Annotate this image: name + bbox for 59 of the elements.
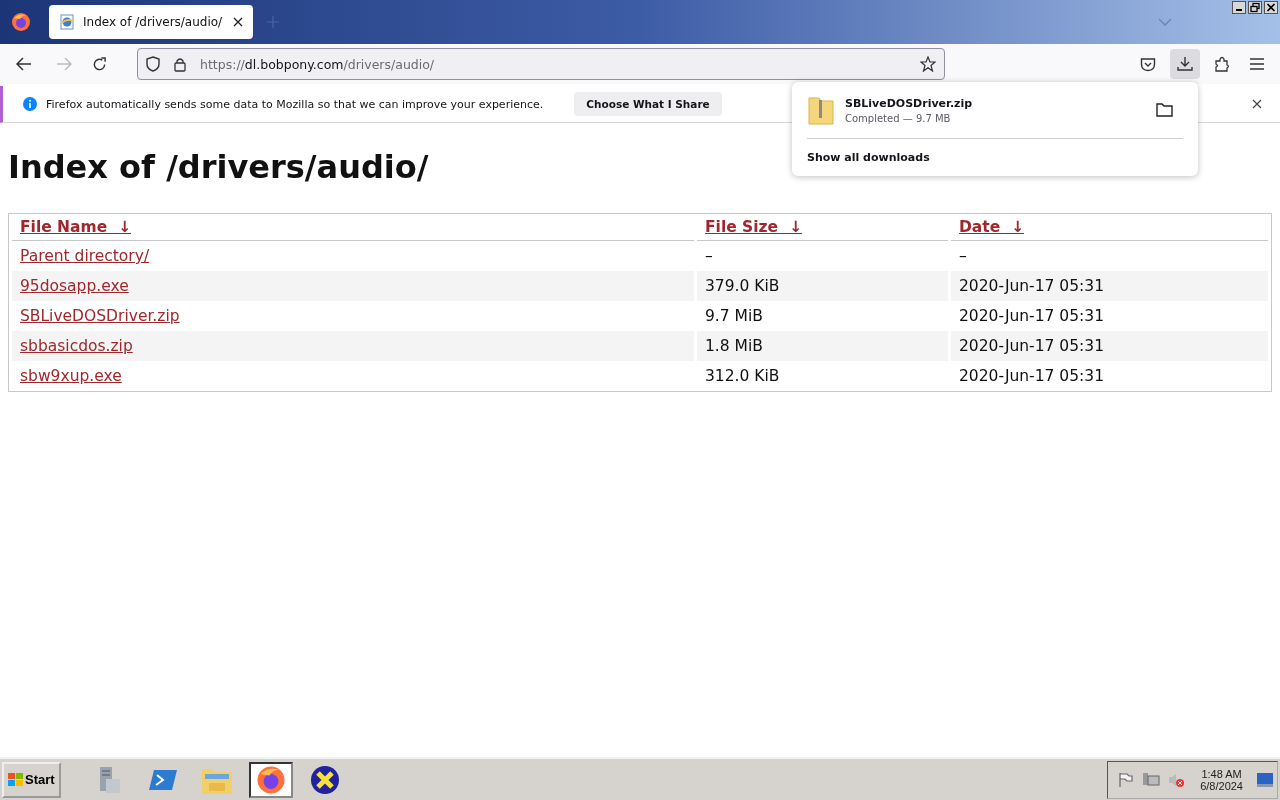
column-header-link[interactable]: File Name ↓ (20, 218, 131, 236)
clock-time[interactable]: 1:48 AM (1201, 767, 1242, 780)
windows-logo-icon (8, 772, 23, 787)
file-size: 379.0 KiB (705, 277, 780, 295)
download-icon (1177, 56, 1193, 72)
file-size: 1.8 MiB (705, 337, 763, 355)
minimize-icon[interactable] (1232, 1, 1246, 14)
taskbar-app[interactable] (248, 761, 293, 798)
x-logo-icon (309, 764, 340, 795)
menu-icon[interactable] (1250, 58, 1264, 70)
file-link[interactable]: 95dosapp.exe (20, 277, 129, 295)
browser-tab[interactable]: Index of /drivers/audio/ (49, 5, 253, 39)
file-link[interactable]: SBLiveDOSDriver.zip (20, 307, 180, 325)
network-icon[interactable] (1142, 771, 1161, 788)
folder-icon[interactable] (1156, 103, 1173, 117)
file-size: – (705, 247, 713, 265)
file-date: 2020-Jun-17 05:31 (959, 277, 1105, 295)
reload-icon[interactable] (92, 56, 107, 72)
file-date: 2020-Jun-17 05:31 (959, 367, 1105, 385)
close-icon[interactable] (1264, 1, 1278, 14)
terminal-icon (147, 767, 178, 792)
url-text: https://dl.bobpony.com/drivers/audio/ (200, 56, 435, 72)
address-bar[interactable]: https://dl.bobpony.com/drivers/audio/ (137, 48, 945, 80)
file-link[interactable]: sbbasicdos.zip (20, 337, 133, 355)
browser-logo-icon[interactable] (11, 12, 31, 32)
close-icon[interactable] (1252, 99, 1262, 109)
choose-share-button[interactable]: Choose What I Share (574, 92, 722, 116)
back-icon[interactable] (16, 57, 32, 71)
puzzle-icon[interactable] (1214, 56, 1230, 72)
bookmark-star-icon[interactable] (920, 56, 936, 72)
file-size: 9.7 MiB (705, 307, 763, 325)
file-link[interactable]: Parent directory/ (20, 247, 150, 265)
column-header-link[interactable]: Date ↓ (959, 218, 1025, 236)
pocket-icon[interactable] (1140, 56, 1156, 72)
page-icon (59, 14, 75, 30)
file-size: 312.0 KiB (705, 367, 780, 385)
page-heading: Index of /drivers/audio/ (8, 148, 429, 186)
show-desktop-icon[interactable] (1257, 772, 1273, 787)
show-all-downloads-link[interactable]: Show all downloads (807, 151, 930, 164)
info-icon (23, 97, 37, 111)
zip-folder-icon (807, 94, 835, 126)
column-header-link[interactable]: File Size ↓ (705, 218, 802, 236)
file-date: 2020-Jun-17 05:31 (959, 307, 1105, 325)
start-button[interactable]: Start (2, 761, 61, 798)
flag-icon[interactable] (1118, 771, 1135, 788)
lock-icon[interactable] (174, 56, 186, 72)
file-date: 2020-Jun-17 05:31 (959, 337, 1105, 355)
close-tab-icon[interactable] (233, 17, 243, 27)
download-status: Completed — 9.7 MB (845, 112, 952, 124)
file-link[interactable]: sbw9xup.exe (20, 367, 122, 385)
download-filename[interactable]: SBLiveDOSDriver.zip (845, 96, 973, 110)
clock-date[interactable]: 6/8/2024 (1200, 779, 1243, 792)
downloads-button[interactable] (1170, 49, 1200, 79)
browser-logo-icon (255, 764, 286, 795)
shield-icon[interactable] (146, 56, 160, 72)
notification-message: Firefox automatically sends some data to Mozilla so that we can improve your experience. (46, 97, 544, 111)
restore-icon[interactable] (1248, 1, 1262, 14)
speaker-muted-icon[interactable] (1168, 771, 1187, 788)
file-date: – (959, 247, 967, 265)
